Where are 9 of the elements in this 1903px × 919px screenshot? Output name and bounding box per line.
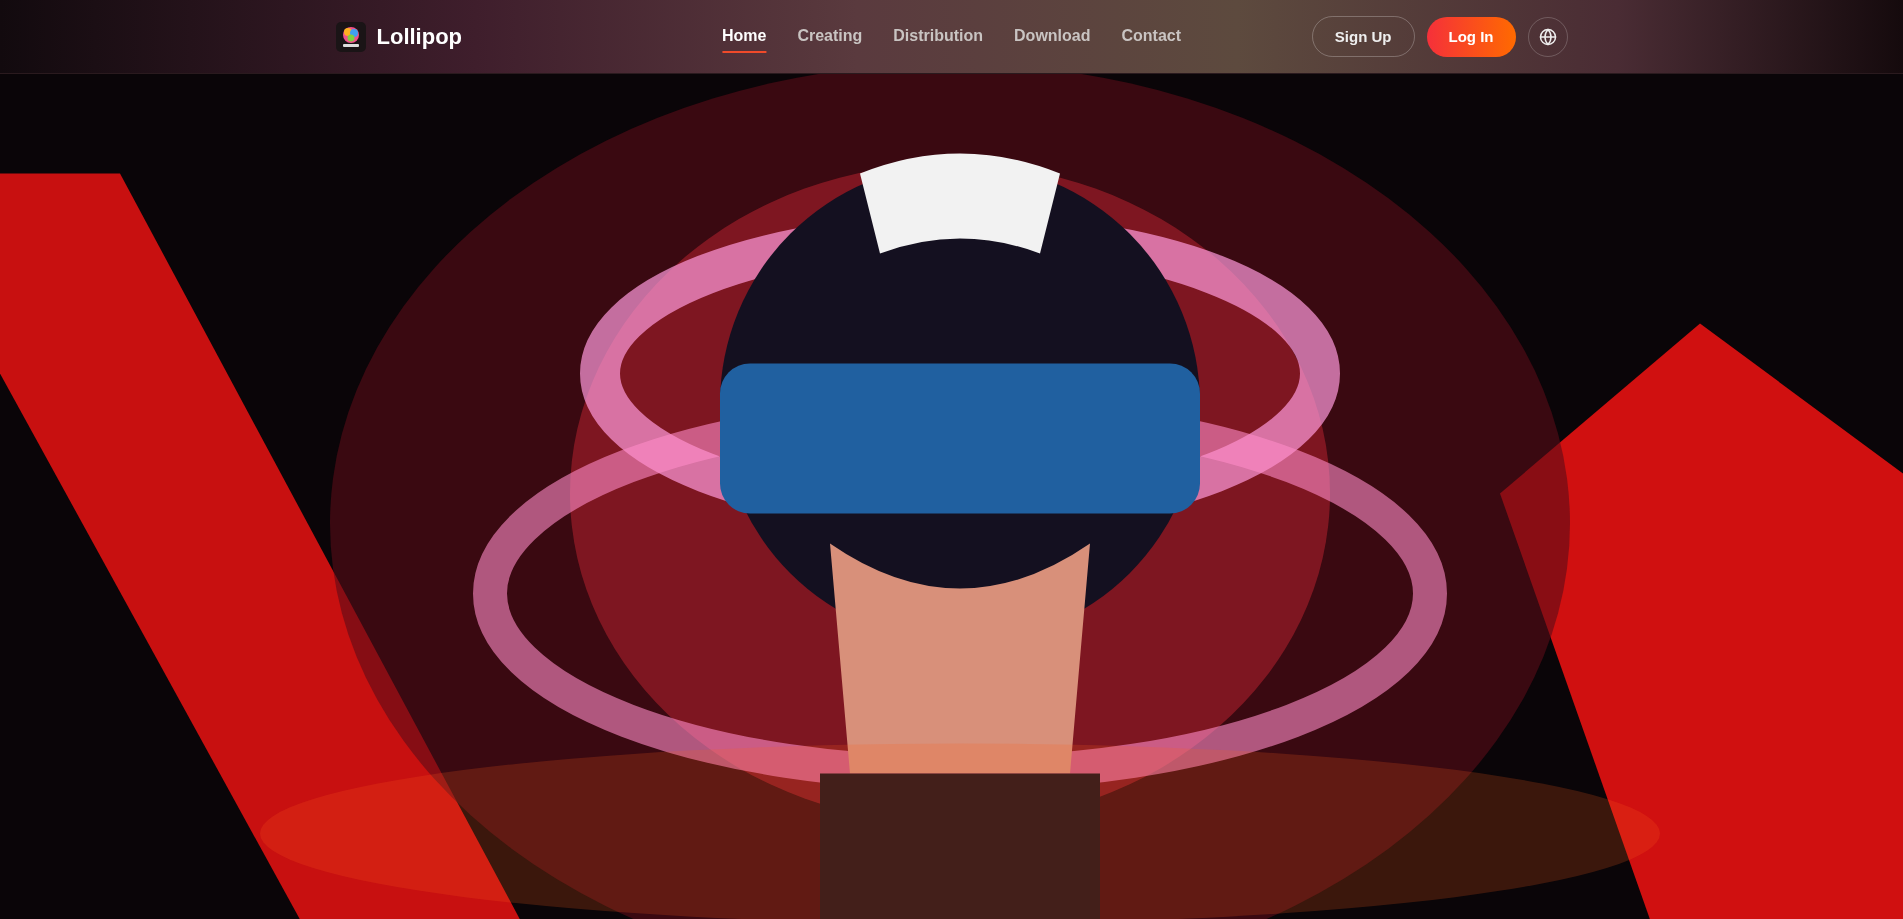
nav-link[interactable]: Download <box>1014 20 1091 53</box>
brand-name: Lollipop <box>376 23 463 50</box>
logo-icon <box>335 21 366 52</box>
nav-link[interactable]: Creating <box>797 20 863 53</box>
nav-link[interactable]: Contact <box>1121 20 1182 53</box>
globe-icon <box>1538 27 1557 46</box>
nav-link[interactable]: Home <box>721 20 767 53</box>
log-in-button[interactable]: Log In <box>1426 16 1516 57</box>
nav-link[interactable]: Distribution <box>893 20 984 53</box>
